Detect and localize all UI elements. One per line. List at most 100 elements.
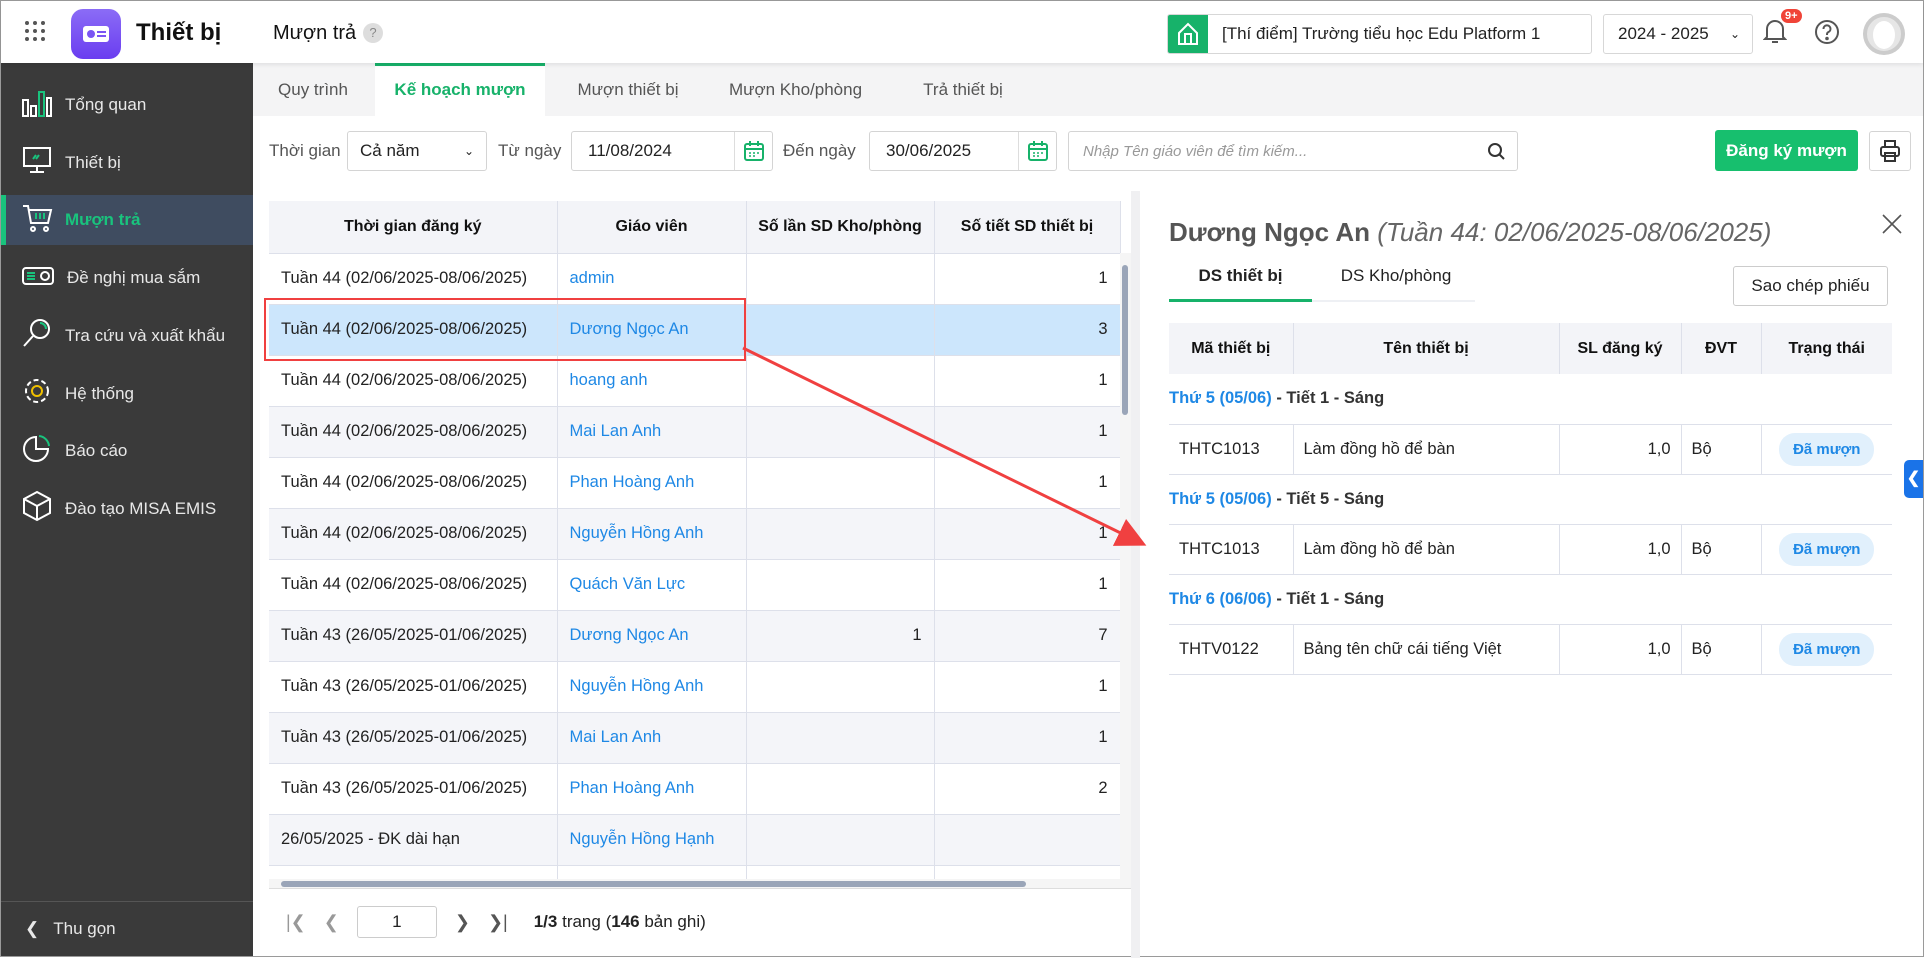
tab-quy-trinh[interactable]: Quy trình (253, 63, 373, 116)
row-device-periods: 2 (934, 763, 1121, 815)
sidebar-item-4[interactable]: Tra cứu và xuất khẩu (1, 311, 253, 361)
projector-icon (21, 261, 55, 296)
row-teacher[interactable]: Mai Lan Anh (557, 406, 747, 458)
device-row[interactable]: THTC1013 Làm đồng hồ để bàn 1,0 Bộ Đã mượn (1169, 424, 1892, 475)
search-icon[interactable] (1487, 142, 1505, 160)
subtab-device-list[interactable]: DS thiết bị (1169, 266, 1312, 302)
sidebar-item-6[interactable]: Báo cáo (1, 426, 253, 476)
sidebar-item-7[interactable]: Đào tạo MISA EMIS (1, 484, 253, 534)
help-icon[interactable] (1814, 19, 1840, 50)
from-date-input[interactable]: 11/08/2024 (571, 131, 773, 171)
col-header-room-uses[interactable]: Số lần SD Kho/phòng (746, 201, 935, 254)
table-row[interactable]: 26/05/2025 - ĐK dài hạn Nguyễn Hồng Hạnh (269, 814, 1121, 866)
sidebar-item-1[interactable]: Thiết bị (1, 138, 253, 188)
row-teacher[interactable]: Nguyễn Hồng Hạnh (557, 814, 747, 866)
horizontal-scrollbar[interactable] (269, 879, 1131, 889)
calendar-icon[interactable] (734, 132, 772, 170)
row-teacher[interactable]: Mai Lan Anh (557, 712, 747, 764)
collapse-label: Thu gọn (53, 919, 116, 938)
to-date-input[interactable]: 30/06/2025 (869, 131, 1057, 171)
page-help-icon[interactable]: ? (363, 23, 383, 43)
device-row[interactable]: THTC1013 Làm đồng hồ để bàn 1,0 Bộ Đã mượn (1169, 524, 1892, 575)
row-teacher[interactable]: Phan Hoàng Anh (557, 457, 747, 509)
calendar-icon[interactable] (1018, 132, 1056, 170)
sidebar-item-0[interactable]: Tổng quan (1, 80, 253, 130)
sidebar-item-label: Đào tạo MISA EMIS (65, 498, 217, 518)
table-row[interactable]: Tuần 44 (02/06/2025-08/06/2025) Dương Ngọ… (269, 304, 1121, 356)
row-device-periods: 1 (934, 253, 1121, 305)
panel-divider[interactable] (1131, 191, 1140, 958)
table-row[interactable]: Tuần 44 (02/06/2025-08/06/2025) hoang anh… (269, 355, 1121, 407)
sidebar-item-5[interactable]: Hệ thống (1, 369, 253, 419)
pagination: |❮ ❮ 1 ❯ ❯| 1/3 trang (146 bản ghi) (286, 906, 706, 938)
row-time: Tuần 43 (26/05/2025-01/06/2025) (269, 763, 558, 815)
apps-grid-icon[interactable] (25, 21, 45, 41)
table-row[interactable]: Tuần 44 (02/06/2025-08/06/2025) Quách Văn… (269, 559, 1121, 611)
table-row[interactable]: Tuần 44 (02/06/2025-08/06/2025) Nguyễn Hồ… (269, 508, 1121, 560)
sidebar-item-label: Đề nghị mua sắm (67, 268, 201, 288)
tab-muon-thiet-bi[interactable]: Mượn thiết bị (553, 63, 703, 116)
col-header-time[interactable]: Thời gian đăng ký (269, 201, 558, 254)
school-name: [Thí điểm] Trường tiểu học Edu Platform … (1222, 24, 1541, 43)
col-header-teacher[interactable]: Giáo viên (557, 201, 747, 254)
search-icon (21, 318, 53, 353)
row-time: Tuần 43 (26/05/2025-01/06/2025) (269, 661, 558, 713)
row-teacher[interactable]: Dương Ngọc An (557, 304, 747, 356)
vertical-scrollbar[interactable] (1120, 253, 1131, 884)
table-row[interactable]: Tuần 44 (02/06/2025-08/06/2025) Phan Hoàn… (269, 457, 1121, 509)
sidebar-item-label: Tổng quan (65, 95, 147, 114)
row-teacher[interactable]: Nguyễn Hồng Anh (557, 661, 747, 713)
collapse-sidebar-button[interactable]: ❮ Thu gọn (1, 901, 253, 956)
subtab-room-list[interactable]: DS Kho/phòng (1321, 266, 1471, 302)
print-button[interactable] (1869, 131, 1911, 171)
table-row[interactable]: Tuần 44 (02/06/2025-08/06/2025) Mai Lan A… (269, 406, 1121, 458)
prev-page-icon[interactable]: ❮ (324, 912, 339, 933)
copy-slip-button[interactable]: Sao chép phiếu (1733, 266, 1888, 306)
sidebar: Tổng quan Thiết bị Mượn trả Đề nghị mua sắm… (1, 63, 253, 956)
device-unit: Bộ (1681, 424, 1762, 475)
bar-chart-icon (21, 88, 53, 123)
tab-muon-kho-phong[interactable]: Mượn Kho/phòng (708, 63, 883, 116)
row-time: Tuần 44 (02/06/2025-08/06/2025) (269, 457, 558, 509)
school-selector[interactable]: [Thí điểm] Trường tiểu học Edu Platform … (1167, 14, 1592, 54)
first-page-icon[interactable]: |❮ (286, 912, 306, 933)
table-row[interactable]: Tuần 43 (26/05/2025-01/06/2025) Mai Lan A… (269, 712, 1121, 764)
row-teacher[interactable]: Quách Văn Lực (557, 559, 747, 611)
device-row[interactable]: THTV0122 Bảng tên chữ cái tiếng Việt 1,0 Bộ… (1169, 624, 1892, 675)
status-badge: Đã mượn (1779, 532, 1875, 566)
row-teacher[interactable]: hoang anh (557, 355, 747, 407)
user-avatar[interactable] (1863, 13, 1905, 55)
sidebar-item-3[interactable]: Đề nghị mua sắm (1, 253, 253, 303)
time-select-value: Cả năm (360, 141, 420, 160)
notification-badge: 9+ (1781, 9, 1802, 23)
row-teacher[interactable]: Nguyễn Hồng Anh (557, 508, 747, 560)
chevron-down-icon: ⌄ (463, 144, 474, 158)
row-device-periods (934, 814, 1121, 866)
tab-ke-hoach-muon[interactable]: Kế hoạch mượn (375, 63, 545, 116)
teacher-search-input[interactable]: Nhập Tên giáo viên để tìm kiếm... (1068, 131, 1518, 171)
monitor-icon (21, 145, 53, 180)
time-label: Thời gian (269, 141, 341, 160)
last-page-icon[interactable]: ❯| (488, 912, 508, 933)
row-teacher[interactable]: admin (557, 253, 747, 305)
sidebar-item-2[interactable]: Mượn trả (1, 195, 253, 246)
table-row[interactable]: Tuần 43 (26/05/2025-01/06/2025) Nguyễn Hồ… (269, 661, 1121, 713)
register-borrow-button[interactable]: Đăng ký mượn (1715, 130, 1858, 171)
tab-tra-thiet-bi[interactable]: Trả thiết bị (888, 63, 1038, 116)
top-header: Thiết bị Mượn trả ? [Thí điểm] Trường ti… (1, 1, 1923, 63)
close-icon[interactable] (1881, 213, 1903, 240)
table-row[interactable]: Tuần 43 (26/05/2025-01/06/2025) Dương Ngọ… (269, 610, 1121, 662)
col-header-device-periods[interactable]: Số tiết SD thiết bị (934, 201, 1121, 254)
expand-side-panel-button[interactable]: ❮ (1904, 460, 1923, 498)
row-room-uses (746, 457, 935, 509)
school-year-select[interactable]: 2024 - 2025 ⌄ (1603, 14, 1753, 54)
row-teacher[interactable]: Phan Hoàng Anh (557, 763, 747, 815)
page-number-input[interactable]: 1 (356, 906, 437, 938)
table-row[interactable]: Tuần 43 (26/05/2025-01/06/2025) Phan Hoàn… (269, 763, 1121, 815)
next-page-icon[interactable]: ❯ (455, 912, 470, 933)
table-row[interactable]: Tuần 44 (02/06/2025-08/06/2025) admin 1 (269, 253, 1121, 305)
row-teacher[interactable]: Dương Ngọc An (557, 610, 747, 662)
row-device-periods: 1 (934, 661, 1121, 713)
search-placeholder: Nhập Tên giáo viên để tìm kiếm... (1083, 142, 1308, 160)
time-select[interactable]: Cả năm ⌄ (347, 131, 487, 171)
